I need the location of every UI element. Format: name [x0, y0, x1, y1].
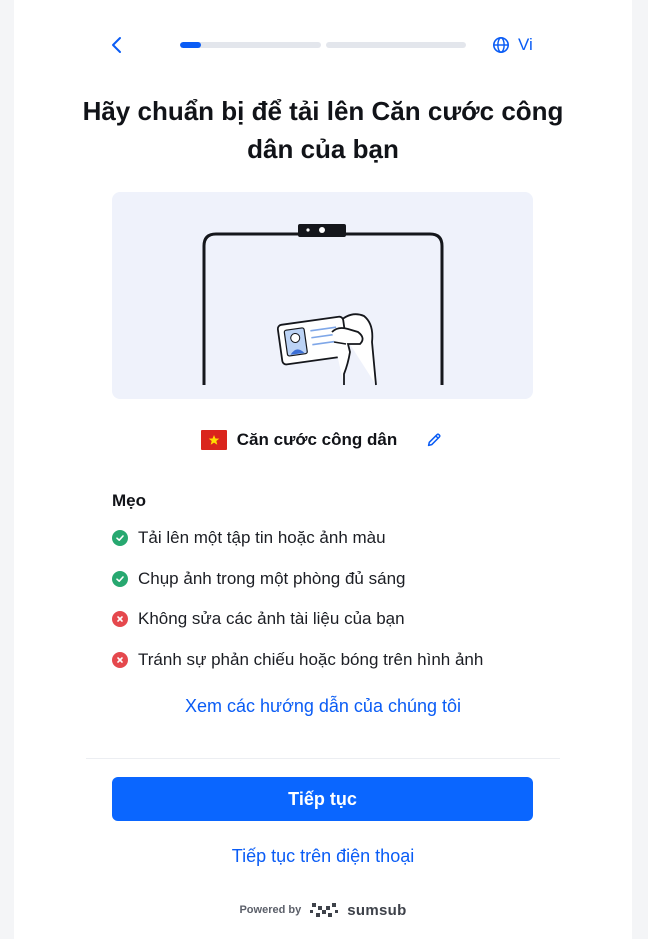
tip-item: Không sửa các ảnh tài liệu của bạn [112, 607, 405, 631]
tip-item: Tải lên một tập tin hoặc ảnh màu [112, 526, 386, 550]
globe-icon [492, 36, 510, 54]
page-title: Hãy chuẩn bị để tải lên Căn cước công dâ… [82, 96, 564, 164]
progress-segment-1 [180, 42, 321, 48]
back-button[interactable] [110, 32, 138, 58]
progress-bar [180, 42, 466, 48]
progress-segment-2 [325, 42, 466, 48]
tip-text: Chụp ảnh trong một phòng đủ sáng [138, 569, 406, 588]
document-type-label: Căn cước công dân [236, 430, 398, 449]
x-circle-icon [112, 611, 128, 627]
tip-item: Tránh sự phản chiếu hoặc bóng trên hình … [112, 648, 483, 672]
check-circle-icon [112, 571, 128, 587]
document-type-row: Căn cước công dân [14, 427, 632, 453]
sumsub-logo-icon [310, 903, 339, 917]
sumsub-brand: sumsub [347, 901, 407, 919]
powered-by-label: Powered by [239, 904, 302, 916]
tip-text: Tải lên một tập tin hoặc ảnh màu [138, 528, 386, 547]
tips-title: Mẹo [112, 491, 146, 510]
divider [86, 758, 560, 759]
tip-text: Không sửa các ảnh tài liệu của bạn [138, 609, 405, 628]
id-card-illustration [112, 192, 533, 399]
tip-item: Chụp ảnh trong một phòng đủ sáng [112, 567, 405, 591]
progress-fill [180, 42, 202, 48]
verification-card: Vi Hãy chuẩn bị để tải lên Căn cước công… [14, 0, 632, 939]
vietnam-flag-icon [200, 430, 227, 450]
guidelines-link[interactable]: Xem các hướng dẫn của chúng tôi [14, 696, 632, 717]
powered-by-footer: Powered by sumsub [14, 900, 632, 920]
continue-button[interactable]: Tiếp tục [112, 777, 533, 821]
pencil-icon [428, 433, 441, 447]
chevron-left-icon [112, 37, 121, 53]
x-circle-icon [112, 652, 128, 668]
language-selector[interactable]: Vi [492, 33, 533, 57]
phone-holding-id-illustration [202, 224, 444, 386]
language-label: Vi [518, 35, 533, 54]
continue-on-phone-link[interactable]: Tiếp tục trên điện thoại [14, 846, 632, 867]
check-circle-icon [112, 530, 128, 546]
edit-document-button[interactable] [423, 429, 445, 451]
tip-text: Tránh sự phản chiếu hoặc bóng trên hình … [138, 650, 484, 669]
